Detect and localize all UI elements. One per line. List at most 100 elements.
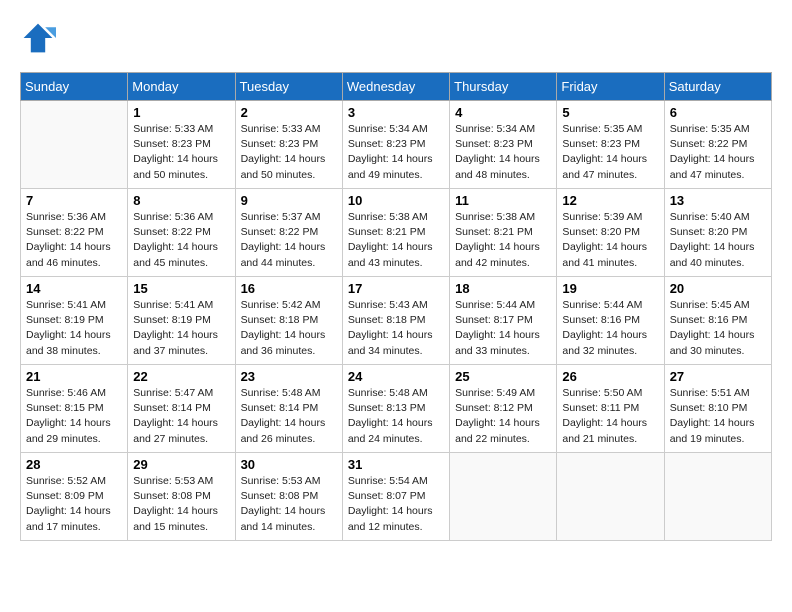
day-number: 16 [241, 281, 337, 296]
calendar-cell: 12 Sunrise: 5:39 AMSunset: 8:20 PMDayligh… [557, 189, 664, 277]
day-number: 18 [455, 281, 551, 296]
calendar-cell: 22 Sunrise: 5:47 AMSunset: 8:14 PMDayligh… [128, 365, 235, 453]
day-number: 9 [241, 193, 337, 208]
day-number: 27 [670, 369, 766, 384]
week-row-4: 21Sunrise: 5:46 AMSunset: 8:15 PMDayligh… [21, 365, 772, 453]
calendar-cell: 17 Sunrise: 5:43 AMSunset: 8:18 PMDayligh… [342, 277, 449, 365]
week-row-5: 28 Sunrise: 5:52 AMSunset: 8:09 PMDayligh… [21, 453, 772, 541]
calendar-cell: 24 Sunrise: 5:48 AMSunset: 8:13 PMDayligh… [342, 365, 449, 453]
day-info: Sunrise: 5:40 AMSunset: 8:20 PMDaylight:… [670, 210, 766, 271]
day-info: Sunrise: 5:41 AMSunset: 8:19 PMDaylight:… [26, 298, 122, 359]
day-info: Sunrise: 5:41 AMSunset: 8:19 PMDaylight:… [133, 298, 229, 359]
calendar-cell [450, 453, 557, 541]
day-info: Sunrise: 5:50 AMSunset: 8:11 PMDaylight:… [562, 386, 658, 447]
day-number: 31 [348, 457, 444, 472]
calendar-cell: 30 Sunrise: 5:53 AMSunset: 8:08 PMDayligh… [235, 453, 342, 541]
day-number: 10 [348, 193, 444, 208]
day-info: Sunrise: 5:53 AMSunset: 8:08 PMDaylight:… [133, 474, 229, 535]
calendar-cell: 9 Sunrise: 5:37 AMSunset: 8:22 PMDaylight… [235, 189, 342, 277]
calendar-cell: 23 Sunrise: 5:48 AMSunset: 8:14 PMDayligh… [235, 365, 342, 453]
day-number: 30 [241, 457, 337, 472]
logo [20, 20, 60, 56]
day-info: Sunrise: 5:34 AMSunset: 8:23 PMDaylight:… [455, 122, 551, 183]
day-number: 20 [670, 281, 766, 296]
calendar-cell [664, 453, 771, 541]
calendar-cell: 10 Sunrise: 5:38 AMSunset: 8:21 PMDayligh… [342, 189, 449, 277]
day-info: Sunrise: 5:36 AMSunset: 8:22 PMDaylight:… [133, 210, 229, 271]
day-info: Sunrise: 5:49 AMSunset: 8:12 PMDaylight:… [455, 386, 551, 447]
logo-icon [20, 20, 56, 56]
calendar-cell: 8 Sunrise: 5:36 AMSunset: 8:22 PMDaylight… [128, 189, 235, 277]
day-info: Sunrise: 5:48 AMSunset: 8:13 PMDaylight:… [348, 386, 444, 447]
day-info: Sunrise: 5:34 AMSunset: 8:23 PMDaylight:… [348, 122, 444, 183]
day-number: 19 [562, 281, 658, 296]
day-info: Sunrise: 5:37 AMSunset: 8:22 PMDaylight:… [241, 210, 337, 271]
dow-header-tuesday: Tuesday [235, 73, 342, 101]
day-number: 6 [670, 105, 766, 120]
dow-header-sunday: Sunday [21, 73, 128, 101]
day-info: Sunrise: 5:52 AMSunset: 8:09 PMDaylight:… [26, 474, 122, 535]
day-number: 4 [455, 105, 551, 120]
dow-header-monday: Monday [128, 73, 235, 101]
dow-header-saturday: Saturday [664, 73, 771, 101]
page-header [20, 20, 772, 56]
day-info: Sunrise: 5:46 AMSunset: 8:15 PMDaylight:… [26, 386, 122, 447]
day-info: Sunrise: 5:54 AMSunset: 8:07 PMDaylight:… [348, 474, 444, 535]
day-number: 22 [133, 369, 229, 384]
calendar-cell [557, 453, 664, 541]
calendar-cell: 29 Sunrise: 5:53 AMSunset: 8:08 PMDayligh… [128, 453, 235, 541]
day-number: 17 [348, 281, 444, 296]
calendar-cell: 6 Sunrise: 5:35 AMSunset: 8:22 PMDaylight… [664, 101, 771, 189]
day-number: 11 [455, 193, 551, 208]
calendar-table: SundayMondayTuesdayWednesdayThursdayFrid… [20, 72, 772, 541]
day-info: Sunrise: 5:47 AMSunset: 8:14 PMDaylight:… [133, 386, 229, 447]
day-info: Sunrise: 5:42 AMSunset: 8:18 PMDaylight:… [241, 298, 337, 359]
day-number: 24 [348, 369, 444, 384]
day-info: Sunrise: 5:53 AMSunset: 8:08 PMDaylight:… [241, 474, 337, 535]
calendar-cell: 21Sunrise: 5:46 AMSunset: 8:15 PMDayligh… [21, 365, 128, 453]
calendar-cell: 18 Sunrise: 5:44 AMSunset: 8:17 PMDayligh… [450, 277, 557, 365]
day-info: Sunrise: 5:44 AMSunset: 8:17 PMDaylight:… [455, 298, 551, 359]
day-info: Sunrise: 5:35 AMSunset: 8:22 PMDaylight:… [670, 122, 766, 183]
calendar-cell: 26Sunrise: 5:50 AMSunset: 8:11 PMDayligh… [557, 365, 664, 453]
day-number: 12 [562, 193, 658, 208]
calendar-cell [21, 101, 128, 189]
day-number: 8 [133, 193, 229, 208]
calendar-cell: 15 Sunrise: 5:41 AMSunset: 8:19 PMDayligh… [128, 277, 235, 365]
calendar-cell: 16 Sunrise: 5:42 AMSunset: 8:18 PMDayligh… [235, 277, 342, 365]
day-number: 3 [348, 105, 444, 120]
calendar-cell: 31 Sunrise: 5:54 AMSunset: 8:07 PMDayligh… [342, 453, 449, 541]
day-info: Sunrise: 5:39 AMSunset: 8:20 PMDaylight:… [562, 210, 658, 271]
calendar-cell: 2Sunrise: 5:33 AMSunset: 8:23 PMDaylight… [235, 101, 342, 189]
calendar-cell: 1Sunrise: 5:33 AMSunset: 8:23 PMDaylight… [128, 101, 235, 189]
week-row-2: 7Sunrise: 5:36 AMSunset: 8:22 PMDaylight… [21, 189, 772, 277]
day-number: 14 [26, 281, 122, 296]
calendar-cell: 3 Sunrise: 5:34 AMSunset: 8:23 PMDaylight… [342, 101, 449, 189]
day-number: 28 [26, 457, 122, 472]
day-number: 25 [455, 369, 551, 384]
calendar-cell: 11Sunrise: 5:38 AMSunset: 8:21 PMDayligh… [450, 189, 557, 277]
calendar-cell: 25 Sunrise: 5:49 AMSunset: 8:12 PMDayligh… [450, 365, 557, 453]
day-info: Sunrise: 5:38 AMSunset: 8:21 PMDaylight:… [348, 210, 444, 271]
calendar-cell: 19 Sunrise: 5:44 AMSunset: 8:16 PMDayligh… [557, 277, 664, 365]
week-row-1: 1Sunrise: 5:33 AMSunset: 8:23 PMDaylight… [21, 101, 772, 189]
calendar-cell: 7Sunrise: 5:36 AMSunset: 8:22 PMDaylight… [21, 189, 128, 277]
day-info: Sunrise: 5:44 AMSunset: 8:16 PMDaylight:… [562, 298, 658, 359]
dow-header-thursday: Thursday [450, 73, 557, 101]
day-number: 13 [670, 193, 766, 208]
day-info: Sunrise: 5:35 AMSunset: 8:23 PMDaylight:… [562, 122, 658, 183]
day-number: 29 [133, 457, 229, 472]
day-number: 5 [562, 105, 658, 120]
day-number: 23 [241, 369, 337, 384]
day-number: 1 [133, 105, 229, 120]
day-number: 15 [133, 281, 229, 296]
week-row-3: 14 Sunrise: 5:41 AMSunset: 8:19 PMDayligh… [21, 277, 772, 365]
calendar-cell: 13 Sunrise: 5:40 AMSunset: 8:20 PMDayligh… [664, 189, 771, 277]
calendar-cell: 28 Sunrise: 5:52 AMSunset: 8:09 PMDayligh… [21, 453, 128, 541]
day-info: Sunrise: 5:43 AMSunset: 8:18 PMDaylight:… [348, 298, 444, 359]
dow-header-wednesday: Wednesday [342, 73, 449, 101]
day-number: 2 [241, 105, 337, 120]
day-info: Sunrise: 5:48 AMSunset: 8:14 PMDaylight:… [241, 386, 337, 447]
calendar-cell: 5 Sunrise: 5:35 AMSunset: 8:23 PMDaylight… [557, 101, 664, 189]
day-info: Sunrise: 5:36 AMSunset: 8:22 PMDaylight:… [26, 210, 122, 271]
